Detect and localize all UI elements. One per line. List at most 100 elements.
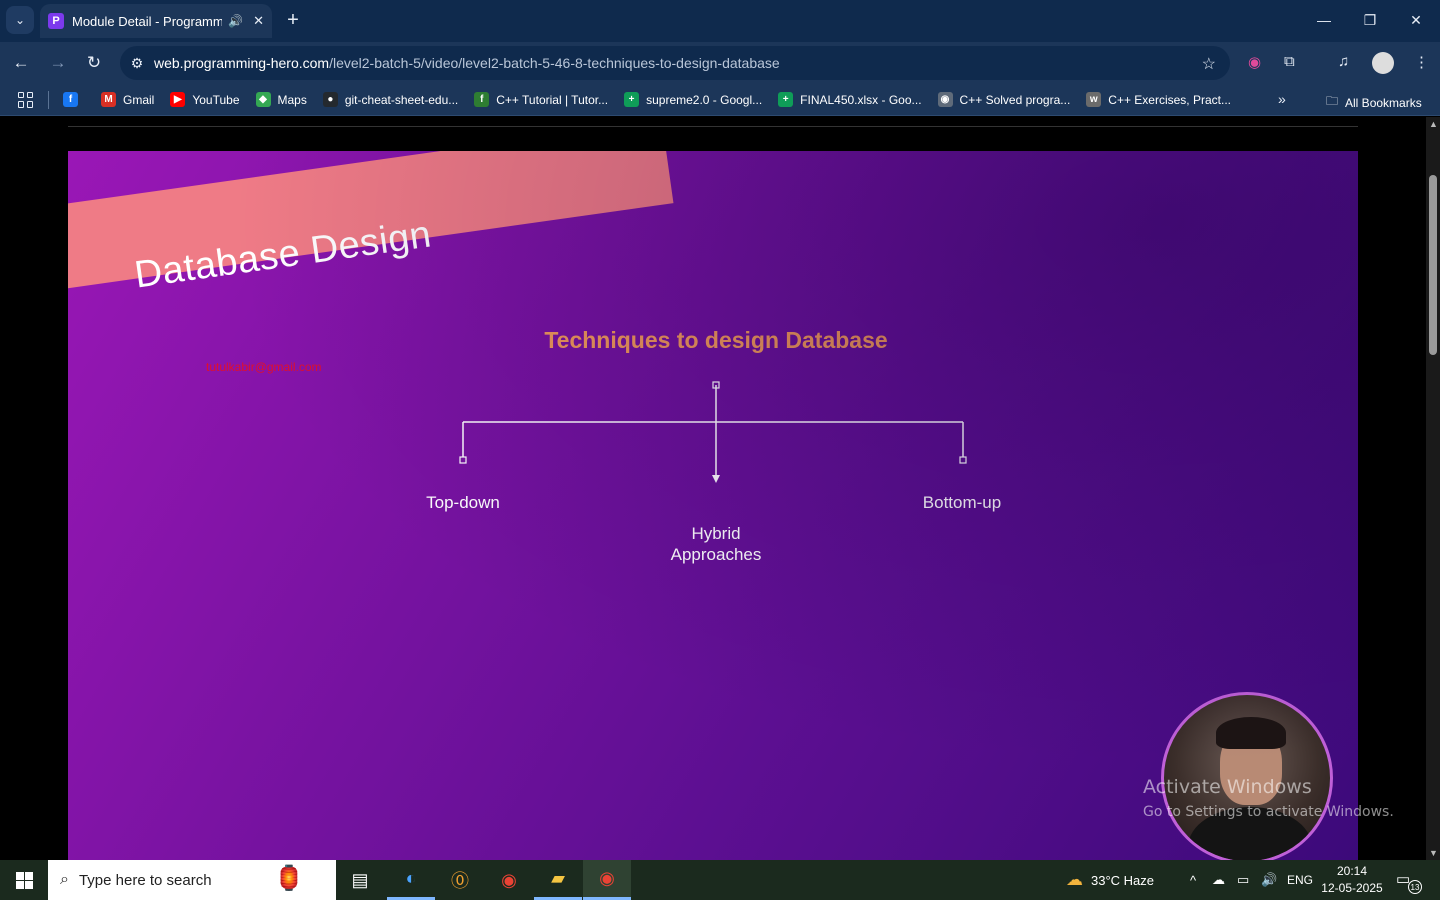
scroll-thumb[interactable]	[1429, 175, 1437, 355]
url-path: /level2-batch-5/video/level2-batch-5-46-…	[329, 55, 780, 71]
w3r-icon: w	[1086, 92, 1102, 107]
bookmark-item[interactable]: + supreme2.0 - Googl...	[624, 92, 762, 107]
sheets-icon: +	[624, 92, 640, 107]
new-tab-button[interactable]: +	[282, 8, 304, 32]
bookmark-label: Maps	[277, 92, 307, 107]
tab-strip: ⌄ P Module Detail - Programming Hero 🔊 ✕…	[0, 0, 1440, 42]
weather-widget[interactable]: ☁ 33°C Haze	[1066, 860, 1154, 900]
page-scrollbar[interactable]: ▲ ▼	[1426, 117, 1440, 860]
windows-taskbar: ⌕ Type here to search 🏮 ▤ ◐ ⓪ ◉ ▰ ◉ ☁ 33…	[0, 860, 1440, 900]
show-hidden-icons-chevron-icon[interactable]: ^	[1190, 860, 1196, 900]
bookmark-label: C++ Solved progra...	[959, 92, 1071, 107]
extension-icon[interactable]: ◉	[1248, 53, 1261, 71]
taskbar-search[interactable]: ⌕ Type here to search 🏮	[48, 860, 336, 900]
extensions-puzzle-icon[interactable]: ⧉	[1284, 53, 1295, 70]
browser-toolbar: ← → ↻ ⚙ web.programming-hero.com/level2-…	[0, 42, 1440, 84]
activate-subtitle: Go to Settings to activate Windows.	[1143, 804, 1394, 820]
all-bookmarks-label: All Bookmarks	[1345, 95, 1422, 110]
bookmark-label: YouTube	[192, 92, 240, 107]
weather-icon: ☁	[1066, 870, 1083, 889]
close-window-button[interactable]: ✕	[1396, 6, 1436, 34]
sheets-icon: +	[778, 92, 794, 107]
bookmark-item[interactable]: ▶ YouTube	[170, 92, 240, 107]
site-info-icon[interactable]: ⚙	[120, 55, 154, 72]
start-button[interactable]	[0, 860, 48, 900]
slide-title: Techniques to design Database	[544, 327, 888, 353]
system-clock[interactable]: 20:14 12-05-2025	[1320, 863, 1384, 897]
media-controls-icon[interactable]: ♫	[1338, 53, 1349, 70]
bookmark-item[interactable]: ◉ C++ Solved progra...	[937, 92, 1071, 107]
forward-button[interactable]: →	[45, 50, 71, 76]
chrome-menu-icon[interactable]: ⋮	[1414, 53, 1429, 71]
label-hybrid: Hybrid	[691, 524, 741, 543]
bookmark-label: supreme2.0 - Googl...	[646, 92, 763, 107]
maps-icon: ◆	[255, 92, 271, 107]
divider	[68, 126, 1358, 127]
bookmark-item[interactable]: f	[63, 92, 85, 107]
tab-search-button[interactable]: ⌄	[6, 6, 34, 34]
label-approaches: Approaches	[670, 545, 762, 564]
bookmark-item[interactable]: w C++ Exercises, Pract...	[1086, 92, 1231, 107]
label-bottom-up: Bottom-up	[922, 493, 1002, 512]
left-node	[459, 456, 467, 464]
windows-logo-icon	[15, 871, 33, 889]
scroll-up-icon[interactable]: ▲	[1429, 119, 1438, 129]
video-player[interactable]: Database Design Techniques to design Dat…	[68, 151, 1358, 860]
activate-windows-watermark: Activate Windows Go to Settings to activ…	[1143, 776, 1394, 820]
address-bar[interactable]: ⚙ web.programming-hero.com/level2-batch-…	[120, 46, 1230, 80]
bookmark-item[interactable]: + FINAL450.xlsx - Goo...	[778, 92, 922, 107]
search-placeholder: Type here to search	[78, 871, 212, 889]
bookmark-item[interactable]: ◆ Maps	[255, 92, 307, 107]
programming-hero-favicon-icon: P	[48, 13, 64, 29]
chrome-profile-icon[interactable]: ◉	[583, 860, 631, 900]
bookmark-item[interactable]: f C++ Tutorial | Tutor...	[474, 92, 608, 107]
notification-center-icon[interactable]: ▭ 13	[1396, 870, 1422, 894]
activate-title: Activate Windows	[1143, 776, 1312, 798]
reload-button[interactable]: ↻	[81, 50, 107, 76]
url-text: web.programming-hero.com/level2-batch-5/…	[154, 55, 780, 71]
profile-avatar[interactable]	[1372, 52, 1394, 74]
clock-time: 20:14	[1336, 864, 1368, 878]
search-highlight-icon: 🏮	[274, 865, 304, 892]
weather-text: 33°C Haze	[1091, 872, 1155, 888]
bookmark-label: C++ Exercises, Pract...	[1108, 92, 1231, 107]
tutorial-icon: f	[474, 92, 490, 107]
back-button[interactable]: ←	[8, 50, 34, 76]
bookmark-item[interactable]: ● git-cheat-sheet-edu...	[322, 92, 459, 107]
app-icon[interactable]: ⓪	[436, 860, 484, 900]
email-watermark: tutulkabir@gmail.com	[206, 360, 322, 374]
clock-date: 12-05-2025	[1321, 881, 1383, 895]
network-icon[interactable]: ▭	[1237, 860, 1249, 900]
bookmarks-bar: f M Gmail ▶ YouTube ◆ Maps ● git-cheat-sheet-edu…	[0, 84, 1440, 116]
minimize-button[interactable]: —	[1304, 6, 1344, 34]
all-bookmarks-button[interactable]: 🗀 All Bookmarks	[1326, 92, 1422, 113]
file-explorer-icon[interactable]: ▰	[534, 860, 582, 900]
bookmark-label: Gmail	[123, 92, 155, 107]
folder-icon: 🗀	[1326, 94, 1339, 108]
right-node	[959, 456, 967, 464]
task-view-icon[interactable]: ▤	[336, 860, 384, 900]
bookmark-label: git-cheat-sheet-edu...	[344, 92, 459, 107]
onedrive-icon[interactable]: ☁	[1212, 860, 1225, 900]
top-node	[712, 381, 720, 389]
active-tab[interactable]: P Module Detail - Programming Hero 🔊 ✕	[40, 4, 272, 38]
docker-icon[interactable]: ◐	[387, 860, 435, 900]
bookmark-star-icon[interactable]: ☆	[1202, 54, 1216, 74]
scroll-down-icon[interactable]: ▼	[1429, 848, 1438, 858]
tab-title: Module Detail - Programming Hero	[72, 13, 223, 29]
audio-playing-icon[interactable]: 🔊	[228, 14, 243, 28]
youtube-icon: ▶	[170, 92, 186, 107]
banner-text: Database Design	[132, 213, 434, 297]
language-indicator[interactable]: ENG	[1287, 860, 1313, 900]
bookmark-item[interactable]: M Gmail	[101, 92, 154, 107]
volume-icon[interactable]: 🔊	[1261, 860, 1277, 900]
more-bookmarks-chevron-icon[interactable]: »	[1278, 91, 1286, 107]
github-icon: ●	[322, 92, 338, 107]
restore-button[interactable]: ❐	[1350, 6, 1390, 34]
globe-icon: ◉	[937, 92, 953, 107]
chrome-icon[interactable]: ◉	[485, 860, 533, 900]
apps-grid-icon[interactable]	[18, 91, 34, 108]
close-tab-icon[interactable]: ✕	[253, 13, 264, 29]
page-content: Database Design Techniques to design Dat…	[0, 117, 1426, 860]
facebook-icon: f	[63, 92, 78, 107]
